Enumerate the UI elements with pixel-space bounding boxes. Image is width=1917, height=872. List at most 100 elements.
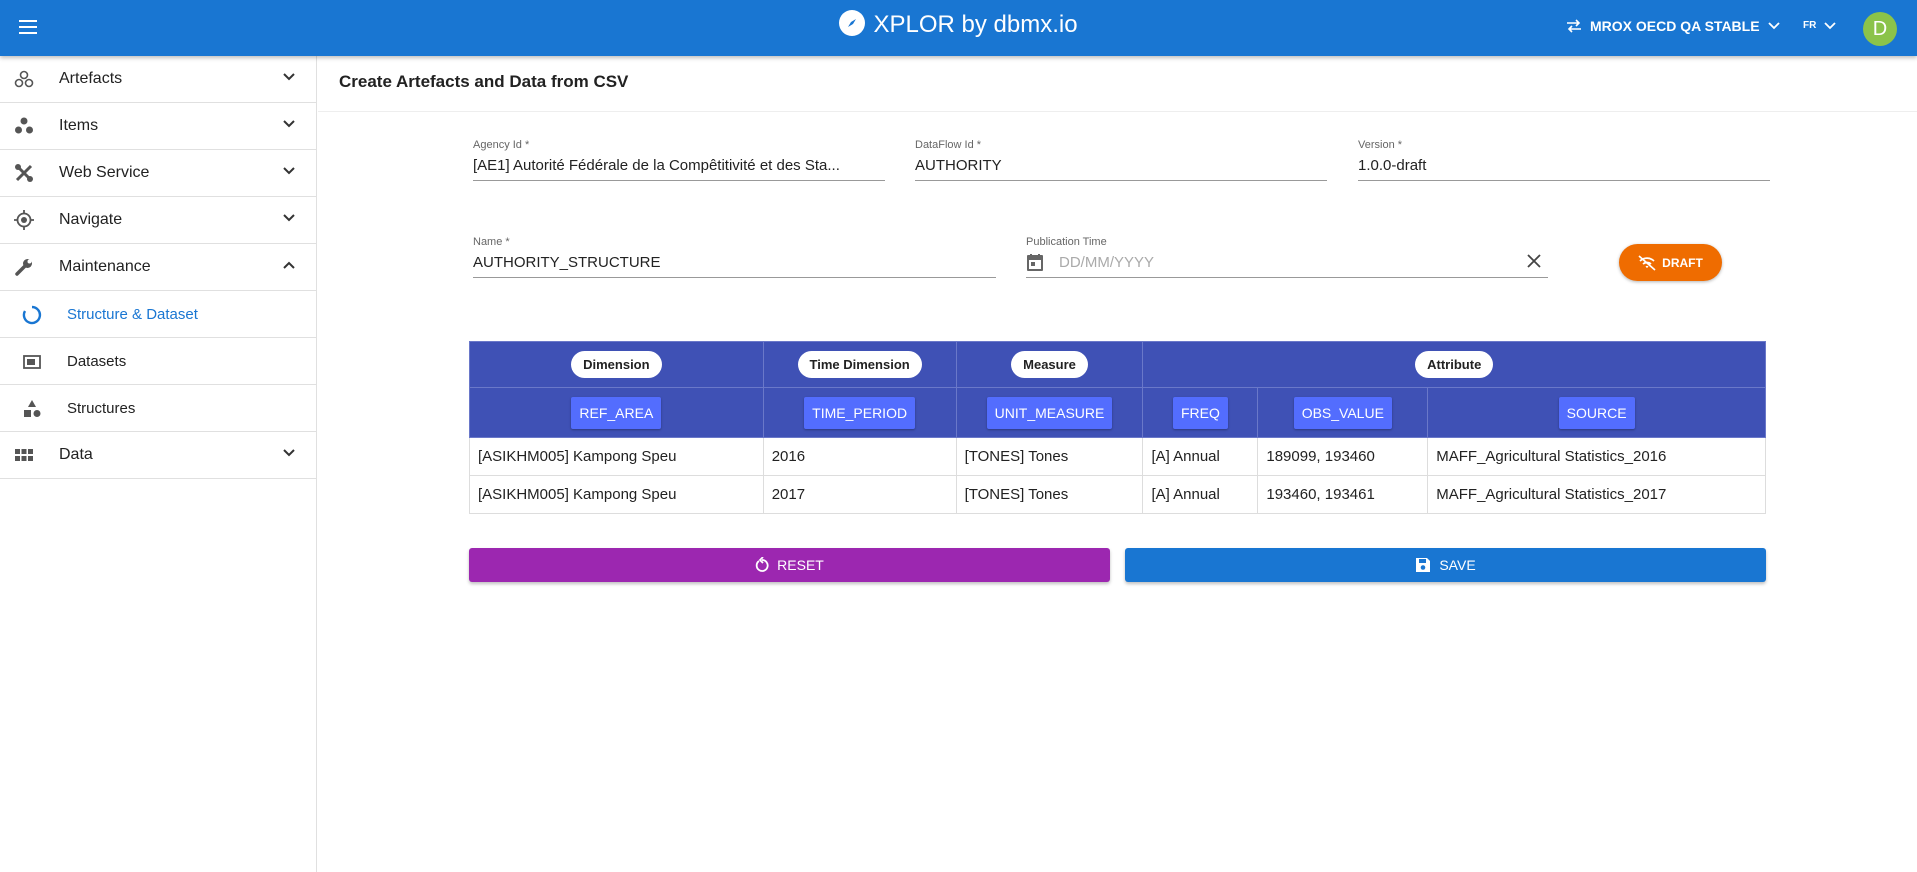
draft-label: DRAFT bbox=[1662, 255, 1703, 270]
type-header-measure: Measure bbox=[955, 341, 1144, 388]
sidebar-item-structures[interactable]: Structures bbox=[0, 385, 316, 432]
column-header-row: REF_AREA TIME_PERIOD UNIT_MEASURE FREQ O… bbox=[469, 387, 1766, 438]
table-cell: MAFF_Agricultural Statistics_2017 bbox=[1427, 475, 1766, 514]
table-cell: [TONES] Tones bbox=[955, 437, 1144, 476]
column-chip[interactable]: REF_AREA bbox=[571, 396, 662, 429]
name-input[interactable]: AUTHORITY_STRUCTURE bbox=[473, 254, 996, 278]
sidebar-item-web-service[interactable]: Web Service bbox=[0, 150, 316, 197]
column-header: UNIT_MEASURE bbox=[955, 387, 1144, 438]
column-header: FREQ bbox=[1142, 387, 1259, 438]
agency-id-input[interactable]: [AE1] Autorité Fédérale de la Compêtitiv… bbox=[473, 157, 885, 181]
sidebar-item-items[interactable]: Items bbox=[0, 103, 316, 150]
version-field[interactable]: Version * 1.0.0-draft bbox=[1358, 139, 1770, 181]
column-header: TIME_PERIOD bbox=[762, 387, 957, 438]
column-header: REF_AREA bbox=[469, 387, 764, 438]
dataflow-id-label: DataFlow Id * bbox=[915, 139, 982, 151]
version-label: Version * bbox=[1358, 139, 1403, 151]
reset-label: RESET bbox=[777, 557, 824, 573]
chevron-down-icon bbox=[1767, 22, 1780, 30]
name-label: Name * bbox=[473, 236, 510, 248]
environment-selector[interactable]: MROX OECD QA STABLE bbox=[1566, 18, 1780, 34]
column-chip[interactable]: FREQ bbox=[1172, 396, 1228, 429]
sidebar-item-label: Datasets bbox=[67, 352, 127, 370]
sidebar-item-data[interactable]: Data bbox=[0, 432, 316, 479]
type-header-row: Dimension Time Dimension Measure Attribu… bbox=[469, 341, 1766, 388]
table-cell: [A] Annual bbox=[1142, 437, 1259, 476]
swap-icon bbox=[1567, 19, 1581, 33]
column-header: SOURCE bbox=[1427, 387, 1766, 438]
save-icon bbox=[1416, 558, 1431, 572]
sidebar-item-structure-dataset[interactable]: Structure & Dataset bbox=[0, 291, 316, 338]
column-chip[interactable]: OBS_VALUE bbox=[1293, 396, 1392, 429]
chevron-up-icon bbox=[283, 261, 295, 269]
table-row: [ASIKHM005] Kampong Speu 2017 [TONES] To… bbox=[469, 475, 1766, 514]
column-header: OBS_VALUE bbox=[1257, 387, 1429, 438]
data-table: Dimension Time Dimension Measure Attribu… bbox=[469, 341, 1766, 514]
name-field[interactable]: Name * AUTHORITY_STRUCTURE bbox=[473, 236, 996, 278]
dataflow-id-input[interactable]: AUTHORITY bbox=[915, 157, 1327, 181]
language-selector[interactable]: FR bbox=[1803, 20, 1836, 31]
table-cell: [ASIKHM005] Kampong Speu bbox=[469, 437, 764, 476]
type-header-attribute: Attribute bbox=[1142, 341, 1766, 388]
publication-time-field[interactable]: Publication Time DD/MM/YYYY bbox=[1026, 236, 1548, 278]
wifi-off-icon bbox=[1638, 254, 1656, 271]
sidebar-item-artefacts[interactable]: Artefacts bbox=[0, 56, 316, 103]
chevron-down-icon bbox=[1824, 21, 1836, 29]
column-chip[interactable]: SOURCE bbox=[1558, 396, 1635, 429]
chevron-down-icon bbox=[283, 214, 295, 222]
table-cell: 189099, 193460 bbox=[1257, 437, 1429, 476]
calendar-icon[interactable] bbox=[1026, 254, 1044, 272]
table-cell: 2016 bbox=[762, 437, 957, 476]
web-service-icon bbox=[15, 164, 33, 182]
sidebar-item-datasets[interactable]: Datasets bbox=[0, 338, 316, 385]
environment-label: MROX OECD QA STABLE bbox=[1590, 18, 1760, 34]
sidebar-item-label: Artefacts bbox=[59, 70, 123, 87]
column-chip[interactable]: UNIT_MEASURE bbox=[986, 396, 1113, 429]
chevron-down-icon bbox=[283, 120, 295, 128]
page-title: Create Artefacts and Data from CSV bbox=[339, 72, 629, 91]
sidebar-item-label: Structure & Dataset bbox=[67, 305, 198, 323]
table-cell: [ASIKHM005] Kampong Speu bbox=[469, 475, 764, 514]
type-chip: Time Dimension bbox=[797, 351, 922, 378]
type-chip: Dimension bbox=[571, 351, 662, 378]
reset-icon bbox=[755, 557, 769, 572]
chevron-down-icon bbox=[283, 449, 295, 457]
table-cell: 2017 bbox=[762, 475, 957, 514]
table-cell: MAFF_Agricultural Statistics_2016 bbox=[1427, 437, 1766, 476]
column-chip[interactable]: TIME_PERIOD bbox=[804, 396, 916, 429]
clear-icon[interactable] bbox=[1527, 254, 1541, 268]
avatar[interactable]: D bbox=[1863, 12, 1897, 46]
dataflow-id-field[interactable]: DataFlow Id * AUTHORITY bbox=[915, 139, 1327, 181]
publication-time-label: Publication Time bbox=[1026, 236, 1107, 248]
sidebar-item-maintenance[interactable]: Maintenance bbox=[0, 244, 316, 291]
version-input[interactable]: 1.0.0-draft bbox=[1358, 157, 1770, 181]
type-chip: Measure bbox=[1011, 351, 1088, 378]
type-header-time-dimension: Time Dimension bbox=[762, 341, 957, 388]
reset-button[interactable]: RESET bbox=[469, 548, 1110, 582]
draft-toggle-button[interactable]: DRAFT bbox=[1619, 244, 1722, 281]
divider bbox=[318, 111, 1917, 112]
sidebar-item-navigate[interactable]: Navigate bbox=[0, 197, 316, 244]
loading-circle-icon bbox=[22, 305, 42, 325]
navigate-icon bbox=[14, 210, 34, 230]
table-cell: 193460, 193461 bbox=[1257, 475, 1429, 514]
wrench-icon bbox=[15, 259, 32, 276]
datasets-icon bbox=[23, 355, 41, 369]
table-cell: [TONES] Tones bbox=[955, 475, 1144, 514]
artefacts-icon bbox=[14, 70, 34, 88]
type-chip: Attribute bbox=[1415, 351, 1494, 378]
save-button[interactable]: SAVE bbox=[1125, 548, 1766, 582]
publication-time-input[interactable]: DD/MM/YYYY bbox=[1026, 254, 1548, 278]
grid-icon bbox=[15, 449, 33, 461]
chevron-down-icon bbox=[283, 73, 295, 81]
agency-id-label: Agency Id * bbox=[473, 139, 530, 151]
sidebar-item-label: Web Service bbox=[59, 164, 150, 181]
chevron-down-icon bbox=[283, 167, 295, 175]
table-cell: [A] Annual bbox=[1142, 475, 1259, 514]
save-label: SAVE bbox=[1439, 557, 1476, 573]
brand-title: XPLOR by dbmx.io bbox=[873, 11, 1078, 38]
shapes-icon bbox=[24, 400, 41, 417]
type-header-dimension: Dimension bbox=[469, 341, 764, 388]
table-row: [ASIKHM005] Kampong Speu 2016 [TONES] To… bbox=[469, 437, 1766, 476]
agency-id-field[interactable]: Agency Id * [AE1] Autorité Fédérale de l… bbox=[473, 139, 885, 181]
